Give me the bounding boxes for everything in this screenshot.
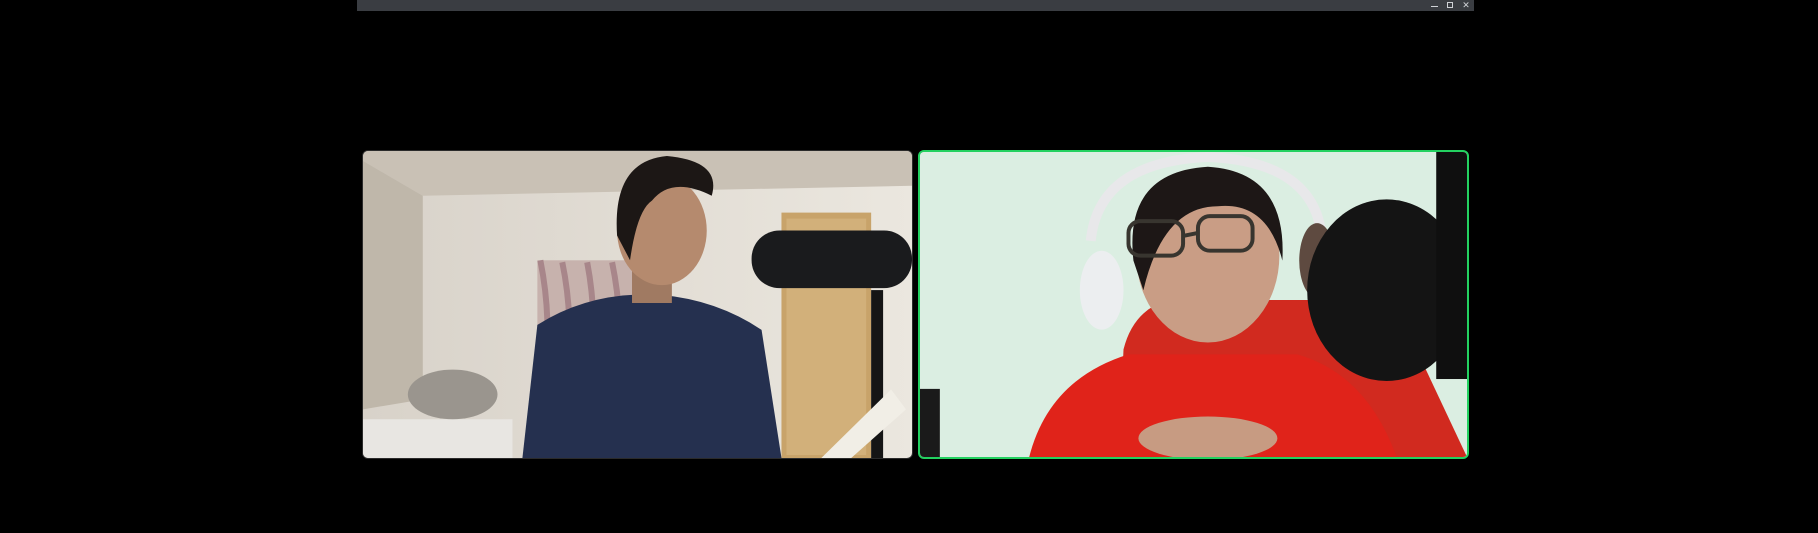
participant-video-tile-2-active-speaker[interactable] [918,150,1469,459]
maximize-icon[interactable] [1443,0,1457,11]
close-icon[interactable]: ✕ [1459,0,1473,11]
window-title-bar[interactable]: ✕ [357,0,1474,11]
participant-video-feed-2 [920,152,1467,457]
participant-video-tile-1[interactable] [362,150,913,459]
minimize-icon[interactable] [1427,0,1441,11]
participant-video-feed-1 [363,151,912,458]
